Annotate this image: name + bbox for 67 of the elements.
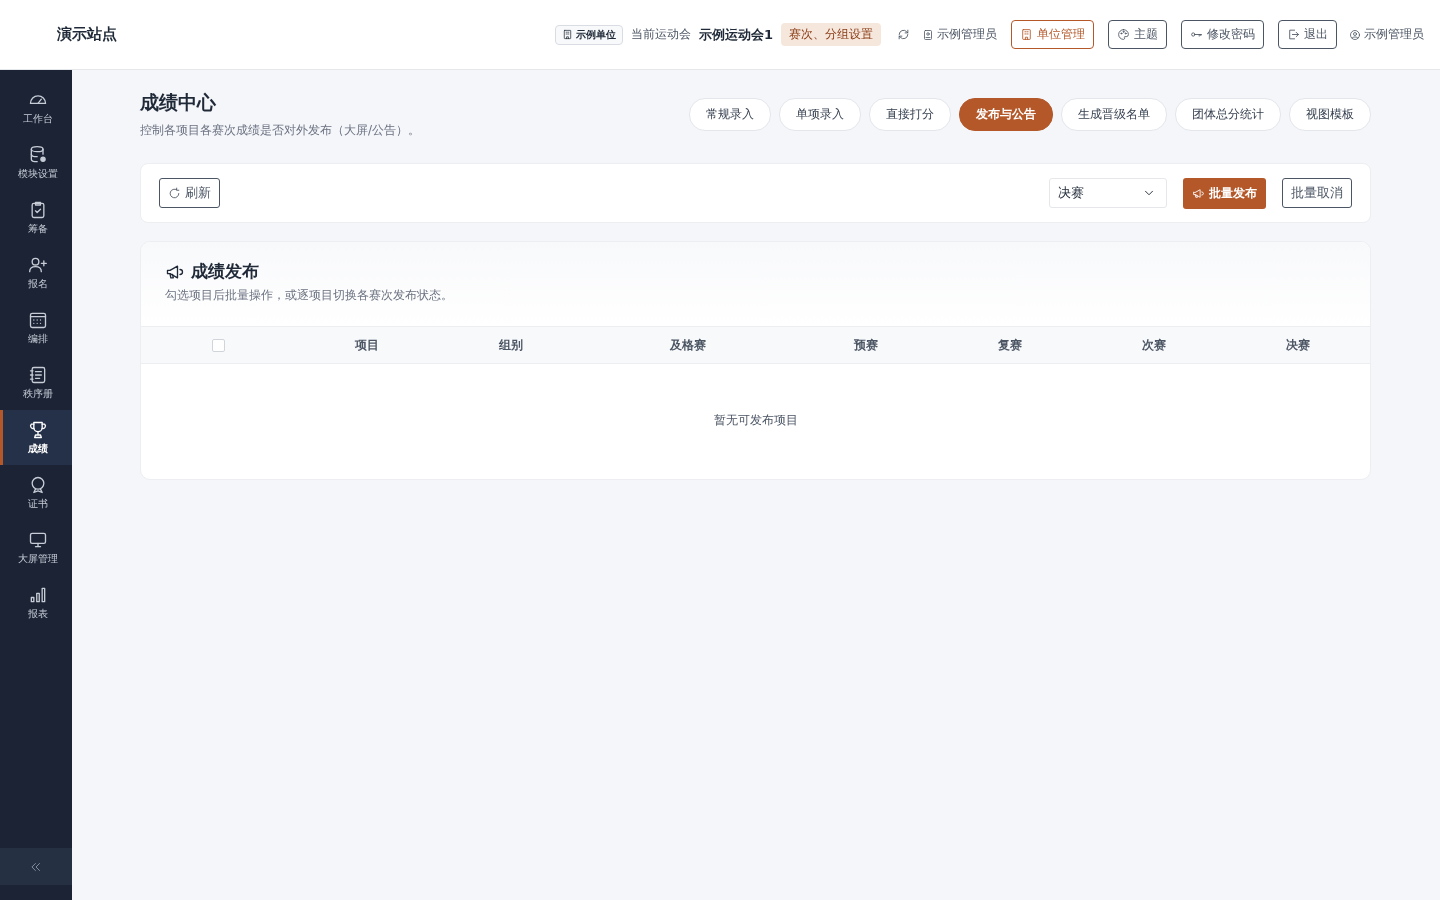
sidebar-item[interactable]: 报表 xyxy=(0,575,72,630)
select-all-checkbox[interactable] xyxy=(211,338,225,352)
sidebar-label: 大屏管理 xyxy=(17,551,58,566)
panel-title: 成绩发布 xyxy=(191,260,259,283)
round-select[interactable]: 决赛 xyxy=(1049,178,1167,208)
sidebar-label: 模块设置 xyxy=(17,166,58,181)
sidebar-item[interactable]: 编排 xyxy=(0,300,72,355)
column-header: 复赛 xyxy=(997,337,1022,352)
sidebar-item[interactable]: 大屏管理 xyxy=(0,520,72,575)
sidebar-item[interactable]: 工作台 xyxy=(0,80,72,135)
notebook-icon xyxy=(27,364,48,385)
building-icon xyxy=(1020,28,1033,41)
sidebar-label: 编排 xyxy=(27,331,48,346)
sidebar-label: 筹备 xyxy=(27,221,48,236)
empty-message: 暂无可发布项目 xyxy=(713,413,798,427)
panel-description: 勾选项目后批量操作，或逐项目切换各赛次发布状态。 xyxy=(165,287,454,304)
megaphone-icon xyxy=(1192,186,1205,200)
sidebar-label: 成绩 xyxy=(27,441,48,456)
tab[interactable]: 视图模板 xyxy=(1289,98,1371,131)
sidebar-item[interactable]: 成绩 xyxy=(0,410,72,465)
header-action-button[interactable]: 单位管理 xyxy=(1011,20,1094,49)
admin-label: 示例管理员 xyxy=(937,26,997,43)
refresh-icon xyxy=(168,186,181,200)
meet-name: 示例运动会1 xyxy=(698,25,773,44)
user-name[interactable]: 示例管理员 xyxy=(1364,26,1424,43)
palette-icon xyxy=(1117,28,1130,41)
meet-label: 当前运动会 xyxy=(630,26,691,43)
page-title: 成绩中心 xyxy=(140,90,217,115)
sidebar-item[interactable]: 报名 xyxy=(0,245,72,300)
tab[interactable]: 团体总分统计 xyxy=(1175,98,1281,131)
column-header: 次赛 xyxy=(1141,337,1166,352)
header-action-button[interactable]: 修改密码 xyxy=(1181,20,1264,49)
column-header: 及格赛 xyxy=(670,337,707,352)
sidebar-label: 报表 xyxy=(27,606,48,621)
batch-publish-button[interactable]: 批量发布 xyxy=(1183,177,1266,209)
tab[interactable]: 直接打分 xyxy=(869,98,951,131)
unit-name: 示例单位 xyxy=(575,27,616,42)
sidebar-item[interactable]: 秩序册 xyxy=(0,355,72,410)
trophy-icon xyxy=(27,419,48,440)
column-header: 项目 xyxy=(355,337,380,352)
column-header: 决赛 xyxy=(1285,337,1310,352)
meet-settings-link[interactable]: 赛次、分组设置 xyxy=(781,23,881,46)
batch-cancel-button[interactable]: 批量取消 xyxy=(1282,178,1352,208)
sidebar-item[interactable]: 证书 xyxy=(0,465,72,520)
tab[interactable]: 发布与公告 xyxy=(959,98,1053,131)
logout-icon xyxy=(1287,28,1300,41)
refresh-button[interactable]: 刷新 xyxy=(159,178,220,208)
sidebar-item[interactable]: 筹备 xyxy=(0,190,72,245)
column-header: 组别 xyxy=(499,337,524,352)
sidebar-label: 证书 xyxy=(27,496,48,511)
tab[interactable]: 单项录入 xyxy=(779,98,861,131)
tab[interactable]: 生成晋级名单 xyxy=(1061,98,1167,131)
page-subtitle: 控制各项目各赛次成绩是否对外发布（大屏/公告）。 xyxy=(140,122,421,139)
header-action-button[interactable]: 主题 xyxy=(1108,20,1167,49)
id-card-icon xyxy=(922,28,934,41)
refresh-icon xyxy=(897,28,910,41)
header-action-button[interactable]: 退出 xyxy=(1278,20,1337,49)
column-header: 预赛 xyxy=(853,337,878,352)
sidebar-item[interactable]: 模块设置 xyxy=(0,135,72,190)
sidebar-label: 工作台 xyxy=(22,111,53,126)
site-title: 演示站点 xyxy=(57,25,117,44)
sidebar-label: 报名 xyxy=(27,276,48,291)
collapse-button[interactable] xyxy=(0,848,72,885)
sidebar-label: 秩序册 xyxy=(22,386,53,401)
user-icon xyxy=(1349,28,1361,41)
tab[interactable]: 常规录入 xyxy=(689,98,771,131)
building-icon xyxy=(561,29,573,40)
